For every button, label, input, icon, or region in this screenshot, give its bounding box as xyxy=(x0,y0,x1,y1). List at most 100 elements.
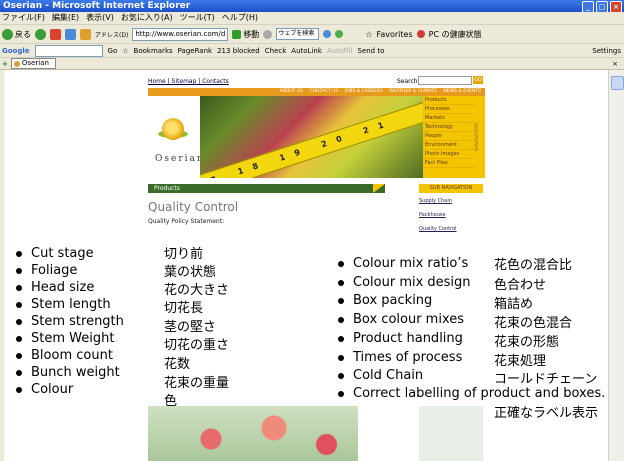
window-title-bar: Oserian - Microsoft Internet Explorer _ … xyxy=(0,0,624,13)
new-tab-icon[interactable]: + xyxy=(2,60,8,68)
heart-icon[interactable] xyxy=(416,30,425,38)
list-item: Box colour mixes xyxy=(338,312,464,327)
sublink-supply-chain[interactable]: Supply Chain xyxy=(419,198,457,204)
site-search-input[interactable] xyxy=(418,76,472,85)
bookmarks-button[interactable]: Bookmarks xyxy=(134,47,173,55)
nav-weather-climate[interactable]: WEATHER & CLIMATE xyxy=(389,89,437,94)
bullet-icon xyxy=(338,390,344,397)
list-item: Head size xyxy=(16,280,94,295)
item-text: Correct labelling of product and boxes. xyxy=(353,386,606,401)
menu-file[interactable]: ファイル(F) xyxy=(2,12,45,24)
item-text: Colour xyxy=(31,382,74,397)
list-item-jp: 切花の重さ xyxy=(164,338,230,353)
settings-button[interactable]: Settings xyxy=(592,47,624,55)
sublink-packhouse[interactable]: Packhouse xyxy=(419,212,457,218)
scrollbar-thumb[interactable] xyxy=(611,76,624,90)
google-search-input[interactable] xyxy=(34,44,103,57)
check-button[interactable]: Check xyxy=(265,47,287,55)
list-item: Times of process xyxy=(338,350,462,365)
menu-tools[interactable]: ツール(T) xyxy=(180,12,215,24)
bullet-icon xyxy=(16,369,22,376)
list-item-jp: 花束の形態 xyxy=(494,335,560,350)
list-item-jp: コールドチェーン xyxy=(494,372,598,387)
star-icon[interactable]: ☆ xyxy=(365,30,372,39)
autofill-button[interactable]: AutoFill xyxy=(327,47,353,55)
menu-favorites[interactable]: お気に入り(A) xyxy=(121,12,173,24)
stop-button[interactable] xyxy=(50,28,61,40)
list-item: Bloom count xyxy=(16,348,113,363)
nav-jobs-careers[interactable]: JOBS & CAREERS xyxy=(345,89,383,94)
list-item-jp: 切り前 xyxy=(164,247,204,262)
address-label: アドレス(D) xyxy=(95,31,129,39)
popup-blocked-indicator[interactable]: 213 blocked xyxy=(217,47,260,55)
list-item: Stem length xyxy=(16,297,111,312)
products-section-bar: Products xyxy=(148,184,385,193)
bookmarks-star-icon[interactable]: ☆ xyxy=(122,47,128,55)
top-links-text[interactable]: Home | Sitemap | Contacts xyxy=(148,78,229,85)
favorites-button[interactable]: Favorites xyxy=(376,30,412,39)
google-go-button[interactable]: Go xyxy=(108,47,118,55)
tab-bar: + Oserian × xyxy=(0,57,624,70)
side-menu-markets[interactable]: Markets xyxy=(423,114,475,123)
list-item-jp: 葉の状態 xyxy=(164,265,217,280)
bullet-icon xyxy=(338,260,344,267)
search-icon[interactable] xyxy=(323,30,332,38)
site-search-go-button[interactable]: GO xyxy=(473,76,483,84)
google-logo: Google xyxy=(2,46,30,55)
list-item-jp: 茎の堅さ xyxy=(164,320,217,335)
home-button[interactable] xyxy=(80,28,91,40)
bullet-icon xyxy=(16,267,22,274)
menu-help[interactable]: ヘルプ(H) xyxy=(222,12,258,24)
google-toolbar: Google Go ☆ Bookmarks PageRank 213 block… xyxy=(0,43,624,57)
send-to-button[interactable]: Send to xyxy=(358,47,385,55)
back-button[interactable]: 戻る xyxy=(2,28,31,40)
item-text: Colour mix ratio’s xyxy=(353,256,469,271)
toolbar-search-field[interactable]: ウェブを検索 xyxy=(276,28,320,40)
item-text: Bloom count xyxy=(31,348,113,363)
autolink-button[interactable]: AutoLink xyxy=(291,47,322,55)
list-item-jp: 花の大きさ xyxy=(164,283,230,298)
nav-contact-us[interactable]: CONTACT US xyxy=(309,89,338,94)
site-search-label: Search: xyxy=(397,78,420,85)
bullet-icon xyxy=(16,386,22,393)
site-favicon-icon xyxy=(13,60,20,67)
site-logo-text[interactable]: Oserian xyxy=(155,154,205,164)
sublink-quality-control[interactable]: Quality Control xyxy=(419,226,457,232)
side-menu-people[interactable]: People xyxy=(423,132,475,141)
list-item-jp: 正確なラベル表示 xyxy=(494,406,599,421)
item-text: Colour mix design xyxy=(353,275,471,290)
side-menu-processes[interactable]: Processes xyxy=(423,105,475,114)
forward-button[interactable] xyxy=(35,28,46,40)
side-menu-photo-images[interactable]: Photo Images xyxy=(423,150,475,159)
list-item: Stem Weight xyxy=(16,331,114,346)
close-tab-icon[interactable]: × xyxy=(612,60,624,68)
page-title: Quality Control xyxy=(148,200,239,214)
vertical-scrollbar[interactable] xyxy=(608,70,624,461)
list-item: Box packing xyxy=(338,293,432,308)
side-menu-environment[interactable]: Environment xyxy=(423,141,475,150)
menu-view[interactable]: 表示(V) xyxy=(86,12,114,24)
list-item-jp: 箱詰め xyxy=(494,297,534,312)
go-button[interactable]: 移動 xyxy=(232,29,259,40)
add-icon[interactable] xyxy=(335,30,344,38)
refresh-button[interactable] xyxy=(65,28,76,40)
sub-navigation-links: Supply Chain Packhouse Quality Control xyxy=(419,198,457,240)
side-menu: Products Processes Markets Technology Pe… xyxy=(423,96,475,178)
menu-edit[interactable]: 編集(E) xyxy=(52,12,79,24)
tools-icon[interactable] xyxy=(263,29,273,39)
nav-about-us[interactable]: ABOUT US xyxy=(280,89,303,94)
item-text: Stem length xyxy=(31,297,111,312)
roses-image xyxy=(148,406,358,461)
side-menu-technology[interactable]: Technology xyxy=(423,123,475,132)
site-top-links[interactable]: Home | Sitemap | Contacts xyxy=(148,78,229,85)
address-field[interactable]: http://www.oserian.com/d xyxy=(132,27,229,41)
tab-oserian[interactable]: Oserian xyxy=(10,58,56,69)
item-text: Box packing xyxy=(353,293,433,308)
nav-news-events[interactable]: NEWS & EVENTS xyxy=(443,89,481,94)
side-menu-fact-files[interactable]: Fact Files xyxy=(423,159,475,168)
side-menu-products[interactable]: Products xyxy=(423,96,475,105)
pc-security-button[interactable]: PC の健康状態 xyxy=(429,29,482,40)
list-item: Colour mix ratio’s xyxy=(338,256,468,271)
list-item-jp: 色合わせ xyxy=(494,278,547,293)
bullet-icon xyxy=(338,372,344,379)
